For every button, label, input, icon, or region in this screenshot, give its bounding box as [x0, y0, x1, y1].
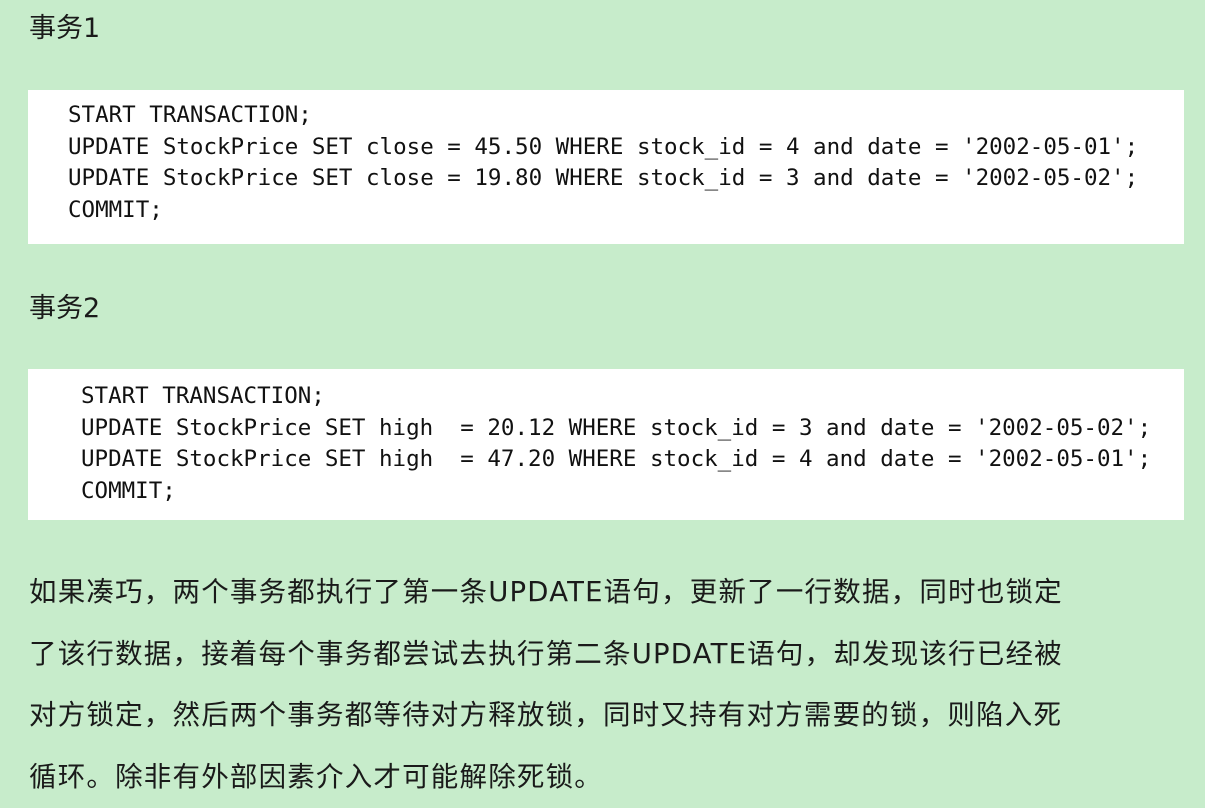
transaction-1-code-block: START TRANSACTION;UPDATE StockPrice SET … [28, 90, 1184, 244]
deadlock-explanation-paragraph: 如果凑巧，两个事务都执行了第一条UPDATE语句，更新了一行数据，同时也锁定 了… [29, 562, 1194, 808]
transaction-2-heading: 事务2 [29, 293, 100, 325]
paragraph-line: 如果凑巧，两个事务都执行了第一条UPDATE语句，更新了一行数据，同时也锁定 [29, 562, 1194, 624]
transaction-1-heading: 事务1 [29, 13, 100, 45]
code-line: COMMIT; [68, 195, 1184, 227]
code-line: COMMIT; [81, 476, 1184, 508]
code-line: START TRANSACTION; [68, 100, 1184, 132]
paragraph-line: 对方锁定，然后两个事务都等待对方释放锁，同时又持有对方需要的锁，则陷入死 [29, 685, 1194, 747]
code-line: START TRANSACTION; [81, 381, 1184, 413]
code-line: UPDATE StockPrice SET close = 45.50 WHER… [68, 132, 1184, 164]
code-line: UPDATE StockPrice SET high = 20.12 WHERE… [81, 413, 1184, 445]
transaction-2-code-block: START TRANSACTION;UPDATE StockPrice SET … [28, 369, 1184, 520]
code-line: UPDATE StockPrice SET close = 19.80 WHER… [68, 163, 1184, 195]
paragraph-line: 循环。除非有外部因素介入才可能解除死锁。 [29, 747, 1194, 808]
paragraph-line: 了该行数据，接着每个事务都尝试去执行第二条UPDATE语句，却发现该行已经被 [29, 624, 1194, 686]
code-line: UPDATE StockPrice SET high = 47.20 WHERE… [81, 444, 1184, 476]
